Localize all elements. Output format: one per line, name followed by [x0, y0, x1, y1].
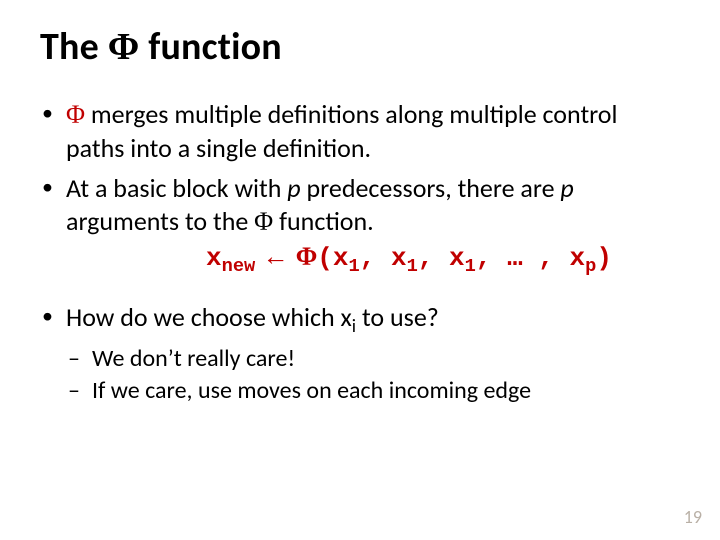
bullet-3: How do we choose which xi to use? We don… — [40, 301, 680, 407]
var-p: p — [287, 172, 300, 204]
formula-close: ) — [596, 243, 612, 273]
formula-x1a: x — [333, 243, 349, 273]
bullet-2-mid2: arguments to the — [66, 205, 254, 237]
formula-x1c: x — [449, 243, 465, 273]
bullet-3-pre: How do we choose which x — [66, 301, 352, 333]
formula-x1a-sub: 1 — [349, 255, 360, 277]
sub-bullet-1: We don’t really care! — [66, 344, 680, 374]
phi-formula: xnew ← Φ(x1, x1, x1, … , xp) — [206, 240, 680, 279]
page-number: 19 — [684, 506, 702, 528]
formula-xp-sub: p — [585, 255, 596, 277]
slide-title: The Φ function — [40, 24, 680, 70]
sub-bullet-2: If we care, use moves on each incoming e… — [66, 376, 680, 406]
bullet-2-post: function. — [273, 205, 374, 237]
var-p: p — [560, 172, 573, 204]
formula-xnew-sub: new — [222, 255, 256, 277]
bullet-1: Φ merges multiple definitions along mult… — [40, 98, 680, 164]
bullet-list: Φ merges multiple definitions along mult… — [40, 98, 680, 406]
arrow-icon: ← — [255, 241, 295, 271]
title-post: function — [139, 24, 281, 70]
bullet-2-pre: At a basic block with — [66, 172, 287, 204]
bullet-2: At a basic block with p predecessors, th… — [40, 172, 680, 279]
slide: The Φ function Φ merges multiple definit… — [0, 0, 720, 540]
formula-xp: x — [570, 243, 586, 273]
phi-glyph: Φ — [108, 26, 140, 68]
formula-sep2: , — [418, 243, 449, 273]
formula-x1b: x — [391, 243, 407, 273]
formula-xnew-x: x — [206, 243, 222, 273]
phi-glyph: Φ — [254, 207, 273, 236]
sub-bullet-list: We don’t really care! If we care, use mo… — [66, 344, 680, 406]
bullet-2-mid: predecessors, there are — [301, 172, 561, 204]
phi-glyph: Φ — [66, 100, 85, 129]
formula-sep1: , — [360, 243, 391, 273]
formula-sep3: , … , — [476, 243, 570, 273]
formula-open: ( — [317, 243, 333, 273]
title-pre: The — [40, 24, 108, 70]
formula-x1b-sub: 1 — [407, 255, 418, 277]
bullet-1-text: merges multiple definitions along multip… — [66, 98, 617, 164]
formula-x1c-sub: 1 — [465, 255, 476, 277]
phi-glyph: Φ — [296, 242, 318, 271]
bullet-3-post: to use? — [356, 301, 439, 333]
